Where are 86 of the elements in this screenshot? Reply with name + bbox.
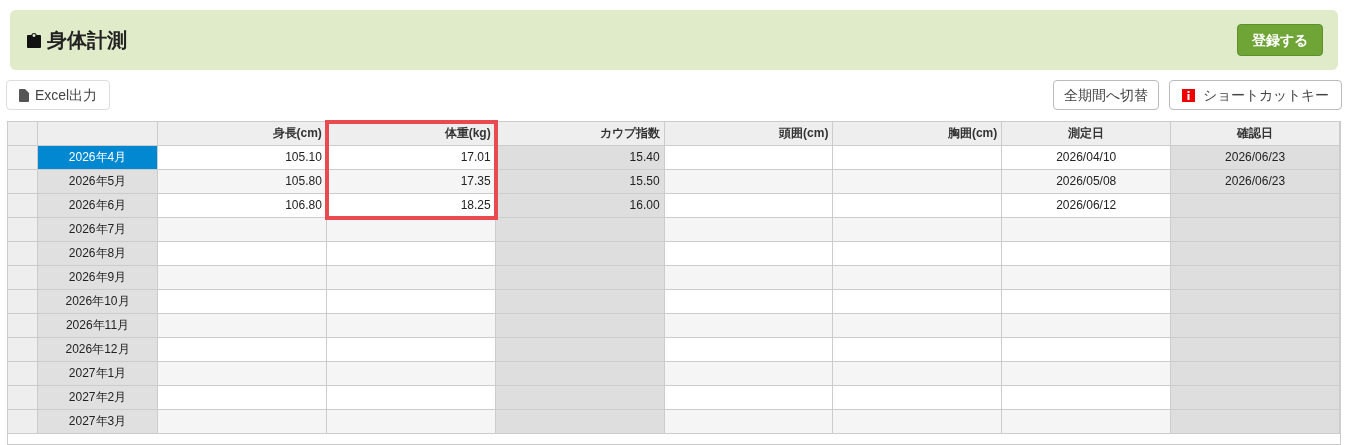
month-cell[interactable]: 2027年1月 xyxy=(38,362,158,386)
info-icon xyxy=(1182,88,1195,102)
table-cell[interactable] xyxy=(664,290,834,314)
table-cell[interactable] xyxy=(158,314,327,338)
column-header: 頭囲(cm) xyxy=(664,122,834,146)
table-cell[interactable] xyxy=(326,242,496,266)
table-cell[interactable] xyxy=(1002,338,1172,362)
table-cell[interactable] xyxy=(158,290,327,314)
table-cell[interactable] xyxy=(664,170,834,194)
table-cell[interactable] xyxy=(326,218,496,242)
weight-icon xyxy=(25,31,43,49)
month-cell[interactable]: 2026年7月 xyxy=(38,218,158,242)
month-cell[interactable]: 2026年11月 xyxy=(38,314,158,338)
table-cell: 15.50 xyxy=(495,170,665,194)
table-cell[interactable]: 2026/06/12 xyxy=(1002,194,1172,218)
table-cell[interactable] xyxy=(833,290,1003,314)
month-cell[interactable]: 2027年3月 xyxy=(38,410,158,434)
table-cell[interactable] xyxy=(833,146,1003,170)
excel-export-button[interactable]: Excel出力 xyxy=(6,80,111,110)
month-cell[interactable]: 2026年9月 xyxy=(38,266,158,290)
page-title: 身体計測 xyxy=(47,28,127,53)
table-cell[interactable] xyxy=(833,386,1003,410)
table-cell[interactable] xyxy=(833,314,1003,338)
table-cell[interactable] xyxy=(664,146,834,170)
table-cell: 15.40 xyxy=(495,146,665,170)
table-cell[interactable] xyxy=(158,386,327,410)
file-icon xyxy=(19,88,29,102)
table-cell[interactable] xyxy=(833,170,1003,194)
table-cell[interactable] xyxy=(833,194,1003,218)
table-cell[interactable] xyxy=(664,194,834,218)
table-cell[interactable] xyxy=(326,386,496,410)
table-cell[interactable] xyxy=(1002,218,1172,242)
table-cell[interactable] xyxy=(664,362,834,386)
table-cell[interactable] xyxy=(1002,386,1172,410)
table-cell[interactable] xyxy=(833,218,1003,242)
table-cell[interactable] xyxy=(664,266,834,290)
table-cell[interactable] xyxy=(1002,266,1172,290)
table-cell[interactable] xyxy=(326,290,496,314)
table-cell[interactable] xyxy=(158,242,327,266)
table-cell[interactable] xyxy=(1002,242,1172,266)
table-cell[interactable]: 17.35 xyxy=(326,170,496,194)
column-header: 身長(cm) xyxy=(158,122,327,146)
shortcut-keys-button[interactable]: ショートカットキー xyxy=(1169,80,1342,110)
table-cell: 2026/06/23 xyxy=(1171,170,1340,194)
period-toggle-button[interactable]: 全期間へ切替 xyxy=(1053,80,1159,110)
table-cell[interactable] xyxy=(158,362,327,386)
table-cell[interactable] xyxy=(326,314,496,338)
month-cell[interactable]: 2026年6月 xyxy=(38,194,158,218)
table-cell[interactable] xyxy=(1002,290,1172,314)
table-cell[interactable] xyxy=(1002,410,1172,434)
column-header: カウプ指数 xyxy=(495,122,665,146)
table-cell[interactable] xyxy=(158,338,327,362)
table-cell[interactable] xyxy=(833,410,1003,434)
table-cell[interactable] xyxy=(1002,314,1172,338)
table-cell[interactable] xyxy=(326,338,496,362)
table-cell[interactable] xyxy=(664,218,834,242)
table-cell[interactable] xyxy=(326,410,496,434)
table-cell[interactable] xyxy=(158,410,327,434)
table-cell: 16.00 xyxy=(495,194,665,218)
table-cell[interactable]: 2026/04/10 xyxy=(1002,146,1172,170)
table-cell[interactable] xyxy=(326,266,496,290)
month-cell[interactable]: 2026年4月 xyxy=(38,146,158,170)
table-cell[interactable] xyxy=(1002,362,1172,386)
month-cell[interactable]: 2026年8月 xyxy=(38,242,158,266)
column-header: 確認日 xyxy=(1171,122,1340,146)
table-cell[interactable] xyxy=(664,338,834,362)
month-cell[interactable]: 2026年10月 xyxy=(38,290,158,314)
table-cell[interactable] xyxy=(158,266,327,290)
column-header: 胸囲(cm) xyxy=(833,122,1003,146)
table-cell[interactable] xyxy=(664,386,834,410)
column-header: 測定日 xyxy=(1002,122,1172,146)
month-cell[interactable]: 2027年2月 xyxy=(38,386,158,410)
table-cell[interactable] xyxy=(664,410,834,434)
table-cell[interactable] xyxy=(158,218,327,242)
table-cell[interactable] xyxy=(833,338,1003,362)
table-cell[interactable] xyxy=(833,362,1003,386)
table-cell[interactable] xyxy=(664,242,834,266)
month-cell[interactable]: 2026年12月 xyxy=(38,338,158,362)
table-cell[interactable]: 2026/05/08 xyxy=(1002,170,1172,194)
table-cell[interactable]: 105.80 xyxy=(158,170,327,194)
table-cell: 2026/06/23 xyxy=(1171,146,1340,170)
table-cell[interactable] xyxy=(833,242,1003,266)
table-cell[interactable] xyxy=(326,362,496,386)
table-cell[interactable] xyxy=(833,266,1003,290)
month-cell[interactable]: 2026年5月 xyxy=(38,170,158,194)
table-cell[interactable] xyxy=(664,314,834,338)
